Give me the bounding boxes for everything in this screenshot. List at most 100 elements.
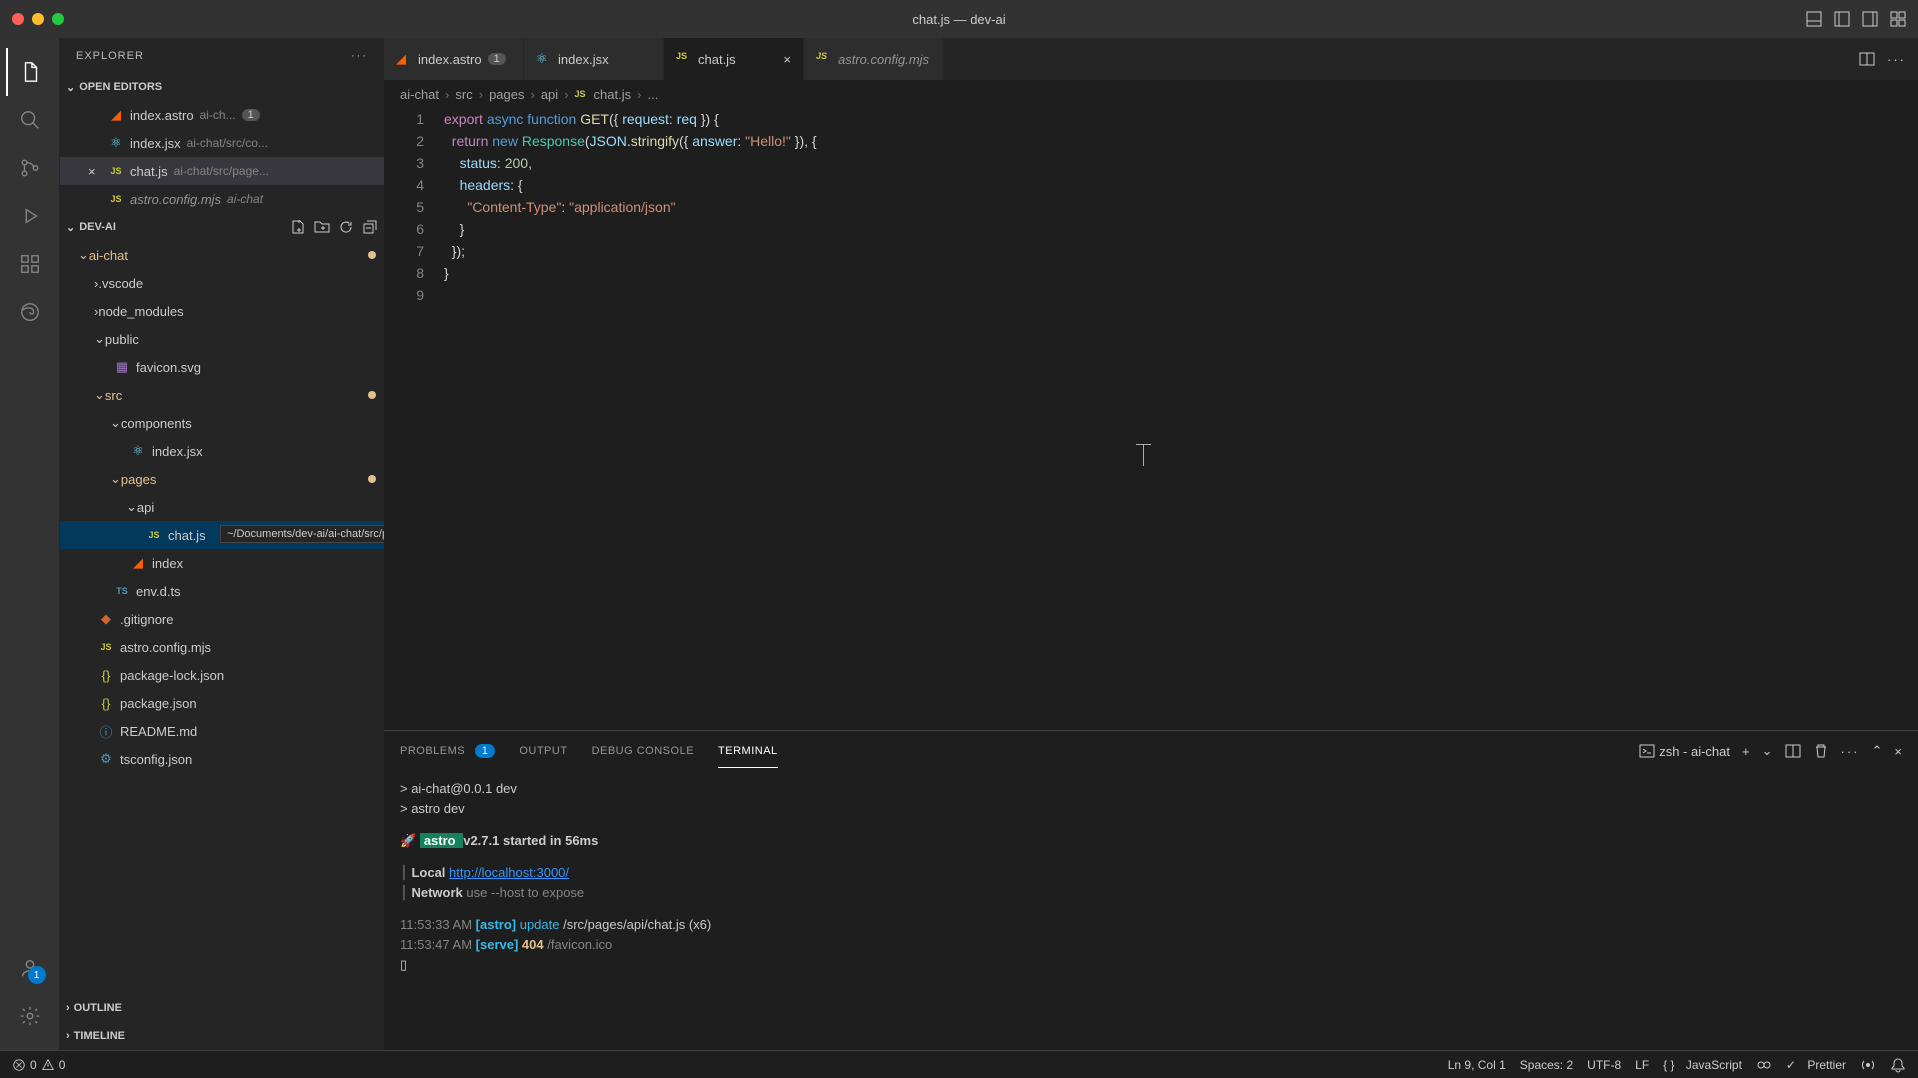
folder-src[interactable]: ⌄src <box>60 381 384 409</box>
file-chat-js[interactable]: JSchat.js ~/Documents/dev-ai/ai-chat/src… <box>60 521 384 549</box>
status-encoding[interactable]: UTF-8 <box>1587 1058 1621 1072</box>
file-astro-config[interactable]: JSastro.config.mjs <box>60 633 384 661</box>
tab-index-astro[interactable]: ◢ index.astro 1 <box>384 38 524 80</box>
astro-icon: ◢ <box>396 51 412 67</box>
sidebar-more-icon[interactable]: ··· <box>351 50 368 62</box>
status-eol[interactable]: LF <box>1635 1058 1649 1072</box>
new-terminal-icon[interactable]: + <box>1742 744 1750 759</box>
close-icon[interactable]: × <box>88 164 104 179</box>
broadcast-icon <box>1860 1057 1876 1073</box>
terminal-output[interactable]: > ai-chat@0.0.1 dev > astro dev 🚀 astro … <box>384 771 1918 1050</box>
folder-components[interactable]: ⌄components <box>60 409 384 437</box>
status-notifications[interactable] <box>1890 1057 1906 1073</box>
tab-astro-config[interactable]: JS astro.config.mjs <box>804 38 944 80</box>
js-icon: JS <box>108 191 124 207</box>
new-file-icon[interactable] <box>290 219 306 235</box>
local-url[interactable]: http://localhost:3000/ <box>449 865 569 880</box>
open-editors-header[interactable]: ⌄ OPEN EDITORS <box>60 73 384 101</box>
close-icon[interactable]: × <box>783 52 791 67</box>
layout-sidebar-right-icon[interactable] <box>1862 11 1878 27</box>
layout-customize-icon[interactable] <box>1890 11 1906 27</box>
status-indentation[interactable]: Spaces: 2 <box>1520 1058 1573 1072</box>
split-editor-icon[interactable] <box>1859 51 1875 67</box>
status-cursor-position[interactable]: Ln 9, Col 1 <box>1448 1058 1506 1072</box>
more-icon[interactable]: ··· <box>1841 744 1860 759</box>
new-folder-icon[interactable] <box>314 219 330 235</box>
open-editor-item[interactable]: × ◢ index.astro ai-ch... 1 <box>60 101 384 129</box>
activity-settings[interactable] <box>6 992 54 1040</box>
window-minimize-button[interactable] <box>32 13 44 25</box>
folder-vscode[interactable]: ›.vscode <box>60 269 384 297</box>
open-editor-item[interactable]: × JS astro.config.mjs ai-chat <box>60 185 384 213</box>
status-problems[interactable]: 0 0 <box>12 1058 65 1072</box>
open-editor-item[interactable]: × ⚛ index.jsx ai-chat/src/co... <box>60 129 384 157</box>
file-package[interactable]: {}package.json <box>60 689 384 717</box>
timeline-header[interactable]: › TIMELINE <box>60 1022 384 1050</box>
layout-sidebar-icon[interactable] <box>1834 11 1850 27</box>
open-editor-item[interactable]: × JS chat.js ai-chat/src/page... <box>60 157 384 185</box>
activity-debug[interactable] <box>6 192 54 240</box>
split-terminal-icon[interactable] <box>1785 743 1801 759</box>
chevron-right-icon: › <box>445 87 449 102</box>
activity-search[interactable] <box>6 96 54 144</box>
chevron-down-icon: ⌄ <box>66 81 75 94</box>
file-index-astro[interactable]: ◢index <box>60 549 384 577</box>
react-icon: ⚛ <box>536 51 552 67</box>
activity-accounts[interactable]: 1 <box>6 944 54 992</box>
refresh-icon[interactable] <box>338 219 354 235</box>
outline-header[interactable]: › OUTLINE <box>60 994 384 1022</box>
breadcrumb-item[interactable]: chat.js <box>594 87 632 102</box>
trash-icon[interactable] <box>1813 743 1829 759</box>
tab-chat-js[interactable]: JS chat.js × <box>664 38 804 80</box>
file-env[interactable]: TSenv.d.ts <box>60 577 384 605</box>
file-index-jsx[interactable]: ⚛index.jsx <box>60 437 384 465</box>
file-name: chat.js <box>168 528 206 543</box>
problem-count: 1 <box>242 109 260 121</box>
breadcrumb[interactable]: ai-chat› src› pages› api› JS chat.js› ..… <box>384 80 1918 108</box>
collapse-all-icon[interactable] <box>362 219 378 235</box>
panel-tab-output[interactable]: OUTPUT <box>519 735 567 767</box>
code-editor[interactable]: 1 2 3 4 5 6 7 8 9 export async function … <box>384 108 1918 730</box>
file-package-lock[interactable]: {}package-lock.json <box>60 661 384 689</box>
window-maximize-button[interactable] <box>52 13 64 25</box>
terminal-dropdown-icon[interactable]: ⌄ <box>1762 743 1773 759</box>
more-actions-icon[interactable]: ··· <box>1887 52 1906 67</box>
activity-extensions[interactable] <box>6 240 54 288</box>
code-content[interactable]: export async function GET({ request: req… <box>444 108 1918 730</box>
close-panel-icon[interactable]: × <box>1894 744 1902 759</box>
workspace-header[interactable]: ⌄ DEV-AI <box>60 213 384 241</box>
sidebar-title: EXPLORER ··· <box>60 38 384 73</box>
breadcrumb-item[interactable]: ai-chat <box>400 87 439 102</box>
window-close-button[interactable] <box>12 13 24 25</box>
terminal-selector[interactable]: zsh - ai-chat <box>1639 743 1730 759</box>
activity-scm[interactable] <box>6 144 54 192</box>
folder-api[interactable]: ⌄api <box>60 493 384 521</box>
folder-public[interactable]: ⌄public <box>60 325 384 353</box>
log-path: /src/pages/api/chat.js (x6) <box>559 917 711 932</box>
status-language[interactable]: { } JavaScript <box>1663 1058 1742 1072</box>
breadcrumb-item[interactable]: ... <box>647 87 658 102</box>
panel-tab-terminal[interactable]: TERMINAL <box>718 735 778 768</box>
file-favicon[interactable]: ▦favicon.svg <box>60 353 384 381</box>
folder-node-modules[interactable]: ›node_modules <box>60 297 384 325</box>
panel-tab-problems[interactable]: PROBLEMS 1 <box>400 735 495 767</box>
file-tsconfig[interactable]: ⚙tsconfig.json <box>60 745 384 773</box>
activity-edge[interactable] <box>6 288 54 336</box>
folder-ai-chat[interactable]: ⌄ai-chat <box>60 241 384 269</box>
folder-pages[interactable]: ⌄pages <box>60 465 384 493</box>
panel-tab-debug[interactable]: DEBUG CONSOLE <box>592 735 694 767</box>
breadcrumb-item[interactable]: pages <box>489 87 524 102</box>
file-readme[interactable]: ⓘREADME.md <box>60 717 384 745</box>
file-gitignore[interactable]: ◆.gitignore <box>60 605 384 633</box>
outline-label: OUTLINE <box>74 1002 122 1014</box>
breadcrumb-item[interactable]: src <box>455 87 472 102</box>
layout-panel-icon[interactable] <box>1806 11 1822 27</box>
chevron-up-icon[interactable]: ⌃ <box>1872 743 1883 759</box>
status-copilot[interactable] <box>1756 1057 1772 1073</box>
tab-index-jsx[interactable]: ⚛ index.jsx <box>524 38 664 80</box>
status-prettier[interactable]: ✓ Prettier <box>1786 1058 1846 1072</box>
source-control-icon <box>19 157 41 179</box>
activity-explorer[interactable] <box>6 48 54 96</box>
breadcrumb-item[interactable]: api <box>541 87 558 102</box>
status-feedback[interactable] <box>1860 1057 1876 1073</box>
